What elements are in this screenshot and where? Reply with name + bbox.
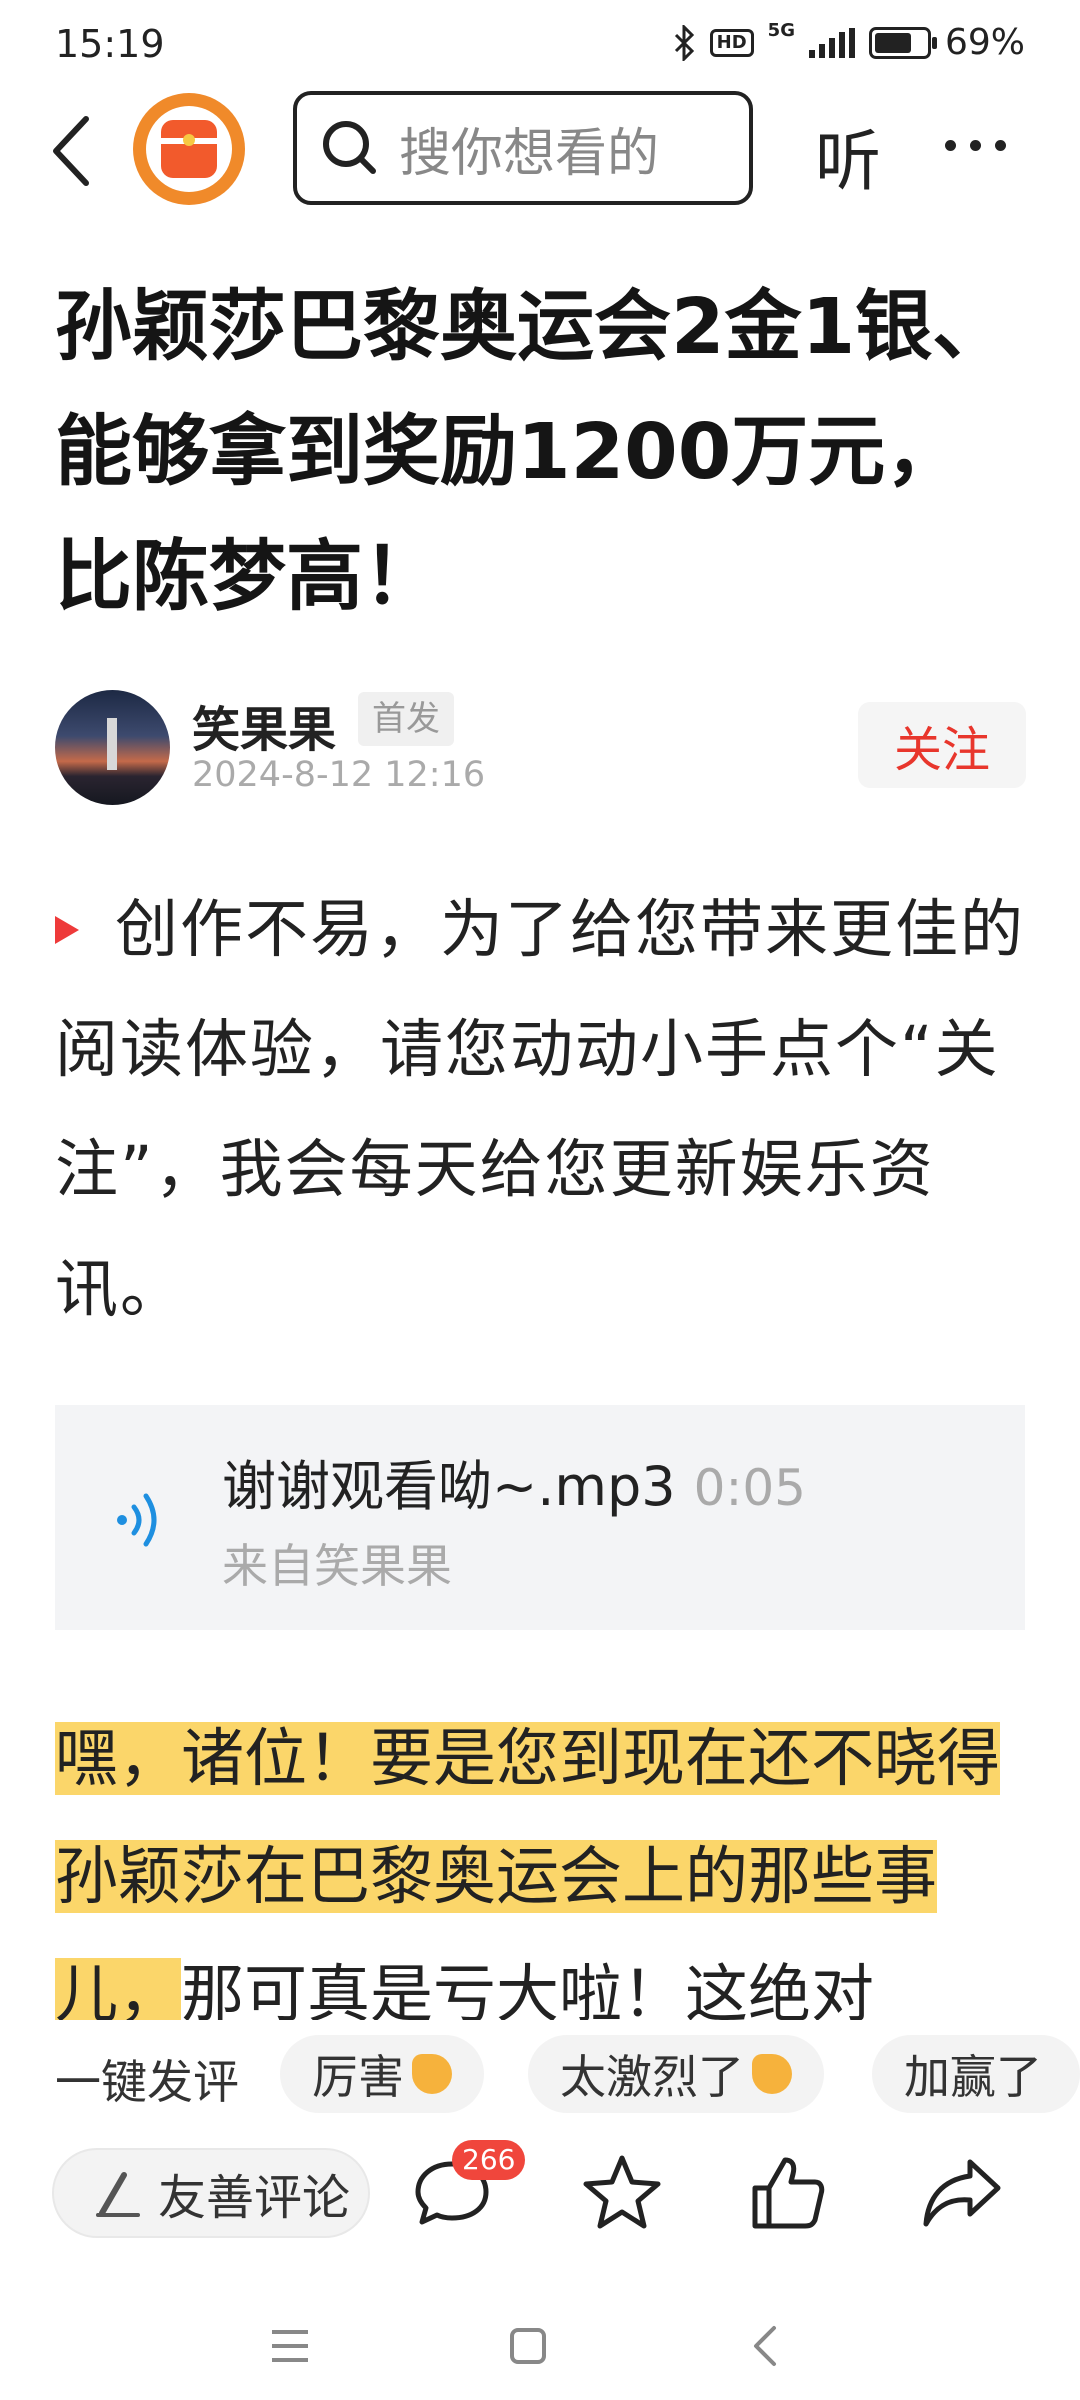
- first-publish-badge: 首发: [358, 692, 454, 746]
- intro-paragraph: 创作不易，为了给您带来更佳的阅读体验，请您动动小手点个“关注”，我会每天给您更新…: [55, 870, 1030, 1350]
- quick-comment-label: 一键发评: [55, 2055, 239, 2109]
- status-icons: HD 5G 69%: [674, 20, 1025, 63]
- bluetooth-icon: [674, 24, 694, 61]
- thumbs-hand-icon: [752, 2054, 792, 2094]
- favorite-star-icon[interactable]: [580, 2150, 664, 2234]
- chip-label: 太激烈了: [560, 2050, 744, 2104]
- audio-source: 来自笑果果: [222, 1539, 452, 1593]
- comment-count-badge: 266: [452, 2140, 526, 2180]
- listen-button[interactable]: 听: [815, 108, 881, 204]
- follow-button[interactable]: 关注: [858, 702, 1026, 788]
- more-options-icon[interactable]: [945, 125, 1025, 165]
- chip-label: 厉害: [312, 2050, 404, 2104]
- search-box[interactable]: 搜你想看的: [293, 91, 753, 205]
- status-bar: 15:19 HD 5G 69%: [0, 0, 1080, 90]
- intro-text: 创作不易，为了给您带来更佳的阅读体验，请您动动小手点个“关注”，我会每天给您更新…: [55, 893, 1025, 1326]
- search-icon: [323, 121, 376, 174]
- status-time: 15:19: [55, 22, 165, 66]
- quick-comment-chip[interactable]: 厉害: [280, 2035, 484, 2113]
- home-icon[interactable]: [508, 2326, 548, 2366]
- back-arrow-icon: [53, 116, 89, 186]
- play-triangle-icon: [55, 915, 79, 944]
- search-placeholder: 搜你想看的: [399, 123, 660, 184]
- thumbs-hand-icon: [412, 2054, 452, 2094]
- share-arrow-icon[interactable]: [920, 2150, 1004, 2234]
- nav-back-icon[interactable]: [750, 2324, 780, 2368]
- recent-apps-icon[interactable]: [270, 2328, 310, 2364]
- signal-icon: [808, 27, 855, 58]
- back-button[interactable]: [40, 105, 110, 195]
- comment-placeholder: 友善评论: [158, 2170, 351, 2226]
- app-logo-icon[interactable]: [133, 93, 245, 205]
- article-title: 孙颖莎巴黎奥运会2金1银、能够拿到奖励1200万元，比陈梦高！: [55, 283, 1010, 622]
- network-label: 5G: [767, 20, 795, 41]
- like-thumb-icon[interactable]: [745, 2150, 829, 2234]
- publish-date: 2024-8-12 12:16: [192, 755, 486, 795]
- battery-level: 69%: [944, 22, 1025, 63]
- pen-icon: [96, 2172, 140, 2217]
- audio-title: 谢谢观看呦~.mp3 0:05: [222, 1442, 806, 1521]
- quick-comment-chip[interactable]: 太激烈了: [528, 2035, 824, 2113]
- hd-icon: HD: [709, 28, 754, 57]
- chip-label: 加赢了: [904, 2050, 1042, 2104]
- audio-wave-icon[interactable]: [110, 1480, 170, 1560]
- audio-duration: 0:05: [693, 1459, 806, 1517]
- comment-input[interactable]: 友善评论: [52, 2148, 370, 2238]
- article-body: 嘿，诸位！要是您到现在还不晓得孙颖莎在巴黎奥运会上的那些事儿，那可真是亏大啦！这…: [55, 1700, 1030, 2054]
- audio-filename: 谢谢观看呦~.mp3: [222, 1455, 676, 1518]
- author-name[interactable]: 笑果果: [192, 690, 336, 760]
- battery-icon: [868, 26, 937, 59]
- author-avatar[interactable]: [55, 690, 170, 805]
- quick-comment-chip[interactable]: 加赢了: [872, 2035, 1080, 2113]
- system-nav-bar: [0, 2290, 1080, 2400]
